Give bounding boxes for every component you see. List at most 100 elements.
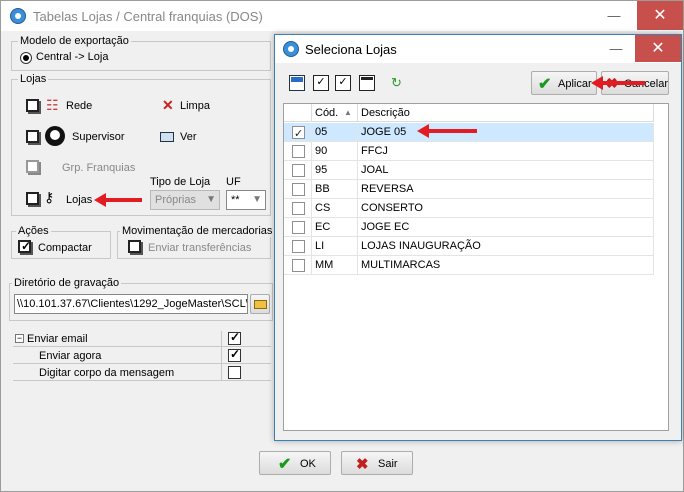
diretorio-label: Diretório de gravação: [12, 277, 122, 289]
acoes-group: Ações Compactar: [11, 225, 111, 259]
row-checkbox[interactable]: [292, 259, 305, 272]
table-row[interactable]: MM MULTIMARCAS: [284, 256, 654, 275]
table-row[interactable]: EC JOGE EC: [284, 218, 654, 237]
uf-select[interactable]: ** ▼: [226, 190, 266, 210]
chevron-down-icon: ▼: [252, 194, 262, 205]
row-check-cell: [284, 142, 312, 161]
row-cod-cell: LI: [312, 237, 358, 256]
enviar-agora-checkbox[interactable]: [228, 347, 241, 362]
row-checkbox[interactable]: [292, 221, 305, 234]
table-row[interactable]: 95 JOAL: [284, 161, 654, 180]
aplicar-button[interactable]: ✔ Aplicar: [531, 71, 597, 95]
row-descricao-cell: CONSERTO: [358, 199, 654, 218]
ok-button[interactable]: ✔ OK: [259, 451, 331, 475]
ok-label: OK: [300, 458, 316, 470]
row-checkbox[interactable]: [292, 183, 305, 196]
uf-value: **: [231, 194, 240, 206]
row-descricao-cell: FFCJ: [358, 142, 654, 161]
table-row[interactable]: BB REVERSA: [284, 180, 654, 199]
table-row[interactable]: CS CONSERTO: [284, 199, 654, 218]
uf-label: UF: [226, 176, 241, 188]
row-checkbox[interactable]: [292, 125, 305, 143]
ver-button[interactable]: Ver: [180, 131, 197, 143]
limpa-button[interactable]: Limpa: [180, 100, 210, 112]
row-checkbox[interactable]: [292, 164, 305, 177]
grp-franquias-label: Grp. Franquias: [62, 162, 136, 174]
central-loja-radio[interactable]: [20, 52, 32, 64]
minimize-icon[interactable]: —: [591, 1, 637, 30]
table-row[interactable]: LI LOJAS INAUGURAÇÃO: [284, 237, 654, 256]
minimize-icon[interactable]: —: [593, 35, 639, 62]
checkmark-icon: ✔: [278, 456, 292, 473]
collapse-minus-icon[interactable]: −: [15, 334, 24, 343]
supervisor-icon: [45, 126, 65, 146]
rede-checkbox[interactable]: [26, 99, 39, 112]
dialog-title: Seleciona Lojas: [305, 42, 397, 57]
lojas-checkbox[interactable]: [26, 192, 39, 205]
export-model-label: Modelo de exportação: [18, 35, 131, 47]
enviar-transferencias-label: Enviar transferências: [148, 242, 252, 254]
row-cod-cell: MM: [312, 256, 358, 275]
email-row-digitar-corpo: Digitar corpo da mensagem: [13, 365, 271, 381]
annotation-arrow-lojas: [94, 193, 142, 207]
store-tree-icon: ⚷: [44, 189, 55, 205]
row-descricao-cell: MULTIMARCAS: [358, 256, 654, 275]
row-check-cell: [284, 180, 312, 199]
email-row-enviar-agora: Enviar agora: [13, 347, 271, 364]
sort-asc-icon: ▲: [344, 108, 352, 117]
enviar-email-label: Enviar email: [27, 333, 88, 345]
grid-header-descricao[interactable]: Descrição: [358, 104, 654, 122]
tipo-loja-select[interactable]: Próprias ▼: [150, 190, 220, 210]
row-check-cell: [284, 161, 312, 180]
acoes-label: Ações: [16, 225, 51, 237]
lojas-label[interactable]: Lojas: [66, 194, 92, 206]
aplicar-label: Aplicar: [558, 78, 592, 90]
invert-selection-icon[interactable]: ✓: [335, 75, 351, 91]
grp-franquias-checkbox[interactable]: [26, 160, 39, 173]
uncheck-all-icon[interactable]: [359, 75, 375, 91]
row-check-cell: [284, 199, 312, 218]
annotation-arrow-row: [417, 124, 477, 138]
view-list-icon[interactable]: [160, 132, 174, 142]
enviar-agora-label: Enviar agora: [39, 350, 102, 362]
dialog-title-bar: Seleciona Lojas — ✕: [275, 35, 681, 63]
main-title-bar: Tabelas Lojas / Central franquias (DOS) …: [1, 1, 683, 31]
seleciona-lojas-dialog: Seleciona Lojas — ✕ ✓ ✓ ↻ ✔ Aplicar ✖ Ca…: [274, 34, 682, 441]
refresh-icon[interactable]: ↻: [391, 75, 402, 91]
digitar-corpo-checkbox[interactable]: [228, 366, 241, 379]
email-grid: − Enviar email Enviar agora Digitar corp…: [13, 330, 271, 381]
row-descricao-cell: LOJAS INAUGURAÇÃO: [358, 237, 654, 256]
chevron-down-icon: ▼: [206, 194, 216, 205]
lojas-grid: Cód. ▲ Descrição 05JOGE 0590FFCJ95JOALBB…: [283, 103, 669, 431]
row-checkbox[interactable]: [292, 145, 305, 158]
close-icon[interactable]: ✕: [637, 1, 683, 30]
row-checkbox[interactable]: [292, 202, 305, 215]
rede-label[interactable]: Rede: [66, 100, 92, 112]
app-icon: [10, 8, 26, 24]
lojas-group: Lojas ☷ Rede ✕ Limpa Supervisor Ver Grp.…: [11, 73, 271, 216]
grid-header-check: [284, 104, 312, 122]
row-descricao-cell: REVERSA: [358, 180, 654, 199]
export-model-group: Modelo de exportação Central -> Loja: [11, 35, 271, 71]
row-check-cell: [284, 123, 312, 143]
row-cod-cell: 95: [312, 161, 358, 180]
diretorio-input[interactable]: \\10.101.37.67\Clientes\1292_JogeMaster\…: [14, 294, 248, 314]
supervisor-label[interactable]: Supervisor: [72, 131, 125, 143]
check-all-icon[interactable]: [289, 75, 305, 91]
tipo-loja-label: Tipo de Loja: [150, 176, 211, 188]
browse-folder-button[interactable]: [250, 294, 270, 314]
table-row[interactable]: 90 FFCJ: [284, 142, 654, 161]
compactar-checkbox[interactable]: [18, 239, 31, 253]
supervisor-checkbox[interactable]: [26, 130, 39, 143]
close-icon[interactable]: ✕: [635, 35, 681, 62]
movimentacao-group: Movimentação de mercadorias Enviar trans…: [117, 225, 275, 259]
clear-x-icon[interactable]: ✕: [162, 98, 174, 112]
check-visible-icon[interactable]: ✓: [313, 75, 329, 91]
central-loja-label: Central -> Loja: [36, 51, 109, 63]
sair-button[interactable]: ✖ Sair: [341, 451, 413, 475]
row-checkbox[interactable]: [292, 240, 305, 253]
grid-header-cod[interactable]: Cód. ▲: [312, 104, 358, 122]
enviar-email-checkbox[interactable]: [228, 330, 241, 345]
enviar-transferencias-checkbox[interactable]: [128, 240, 141, 253]
lojas-group-label: Lojas: [18, 73, 49, 85]
